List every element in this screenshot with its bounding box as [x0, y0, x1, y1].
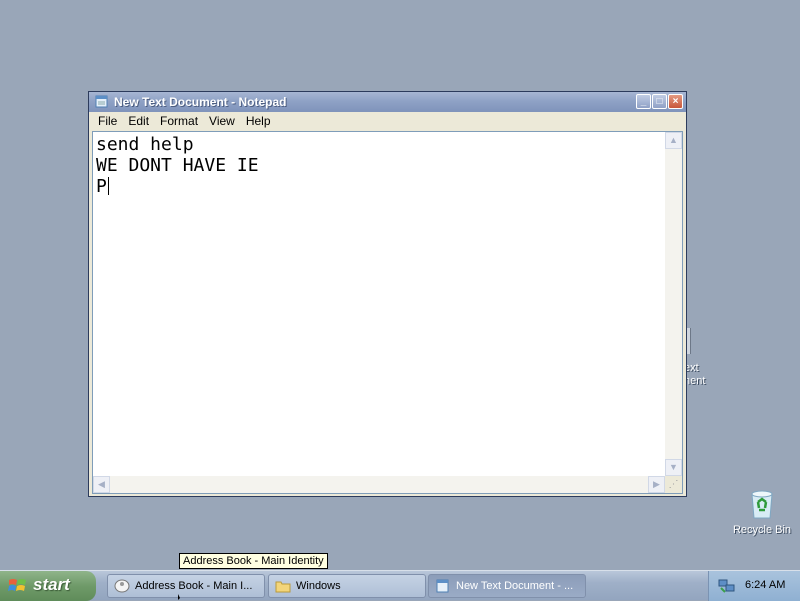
notepad-window: New Text Document - Notepad _ □ × File Ed… — [88, 91, 687, 497]
text-editor[interactable]: send help WE DONT HAVE IE P ▲ ▼ ◀ ▶ ⋰ — [92, 131, 683, 494]
menu-edit[interactable]: Edit — [123, 112, 154, 131]
title-bar[interactable]: New Text Document - Notepad _ □ × — [89, 92, 686, 112]
network-icon[interactable] — [718, 578, 736, 594]
menu-view[interactable]: View — [204, 112, 240, 131]
scroll-down-button[interactable]: ▼ — [665, 459, 682, 476]
menu-file[interactable]: File — [93, 112, 122, 131]
chevron-up-icon: ▲ — [669, 135, 678, 145]
chevron-right-icon: ▶ — [653, 479, 660, 489]
vertical-scrollbar[interactable]: ▲ ▼ — [665, 132, 682, 476]
text-line: send help — [96, 134, 194, 155]
clock[interactable]: 6:24 AM — [745, 579, 785, 591]
menu-bar: File Edit Format View Help — [92, 112, 683, 131]
scroll-up-button[interactable]: ▲ — [665, 132, 682, 149]
recycle-bin-label: Recycle Bin — [732, 524, 792, 536]
menu-help[interactable]: Help — [241, 112, 276, 131]
close-icon: × — [672, 96, 679, 107]
folder-icon — [275, 581, 291, 593]
taskbar-item-label: Address Book - Main I... — [135, 580, 253, 592]
system-tray: 6:24 AM — [708, 571, 800, 601]
recycle-bin-icon — [751, 490, 773, 519]
window-title: New Text Document - Notepad — [114, 95, 287, 109]
taskbar-item-notepad[interactable]: New Text Document - ... — [428, 574, 586, 598]
desktop-icon-text-document[interactable]: ext nent — [682, 328, 722, 398]
mouse-cursor-icon — [178, 594, 180, 600]
text-line-current: P — [96, 176, 109, 197]
address-book-icon — [114, 579, 130, 593]
taskbar: start Address Book - Main I... Windows N… — [0, 570, 800, 601]
chevron-left-icon: ◀ — [98, 479, 105, 489]
menu-format[interactable]: Format — [155, 112, 203, 131]
notepad-icon — [95, 95, 108, 108]
taskbar-item-address-book[interactable]: Address Book - Main I... — [107, 574, 265, 598]
notepad-icon — [436, 579, 449, 593]
text-caret — [107, 177, 109, 195]
scroll-left-button[interactable]: ◀ — [93, 476, 110, 493]
windows-logo-icon — [8, 579, 26, 591]
taskbar-item-windows[interactable]: Windows — [268, 574, 426, 598]
resize-grip-icon: ⋰ — [668, 479, 679, 490]
scroll-right-button[interactable]: ▶ — [648, 476, 665, 493]
maximize-icon: □ — [656, 96, 663, 107]
start-button[interactable]: start — [0, 571, 96, 601]
minimize-button[interactable]: _ — [636, 94, 651, 109]
tooltip: Address Book - Main Identity — [179, 553, 328, 569]
editor-text: send help WE DONT HAVE IE P — [96, 134, 259, 197]
resize-grip[interactable]: ⋰ — [665, 476, 682, 493]
text-line: WE DONT HAVE IE — [96, 155, 259, 176]
taskbar-item-label: Windows — [296, 580, 341, 592]
maximize-button[interactable]: □ — [652, 94, 667, 109]
desktop-icon-recycle-bin[interactable]: Recycle Bin — [726, 488, 798, 536]
desktop-icon-label: ext nent — [684, 362, 706, 387]
start-label: start — [33, 575, 70, 594]
chevron-down-icon: ▼ — [669, 462, 678, 472]
minimize-icon: _ — [640, 96, 647, 107]
close-button[interactable]: × — [668, 94, 683, 109]
horizontal-scrollbar[interactable]: ◀ ▶ — [93, 476, 665, 493]
taskbar-item-label: New Text Document - ... — [456, 580, 574, 592]
